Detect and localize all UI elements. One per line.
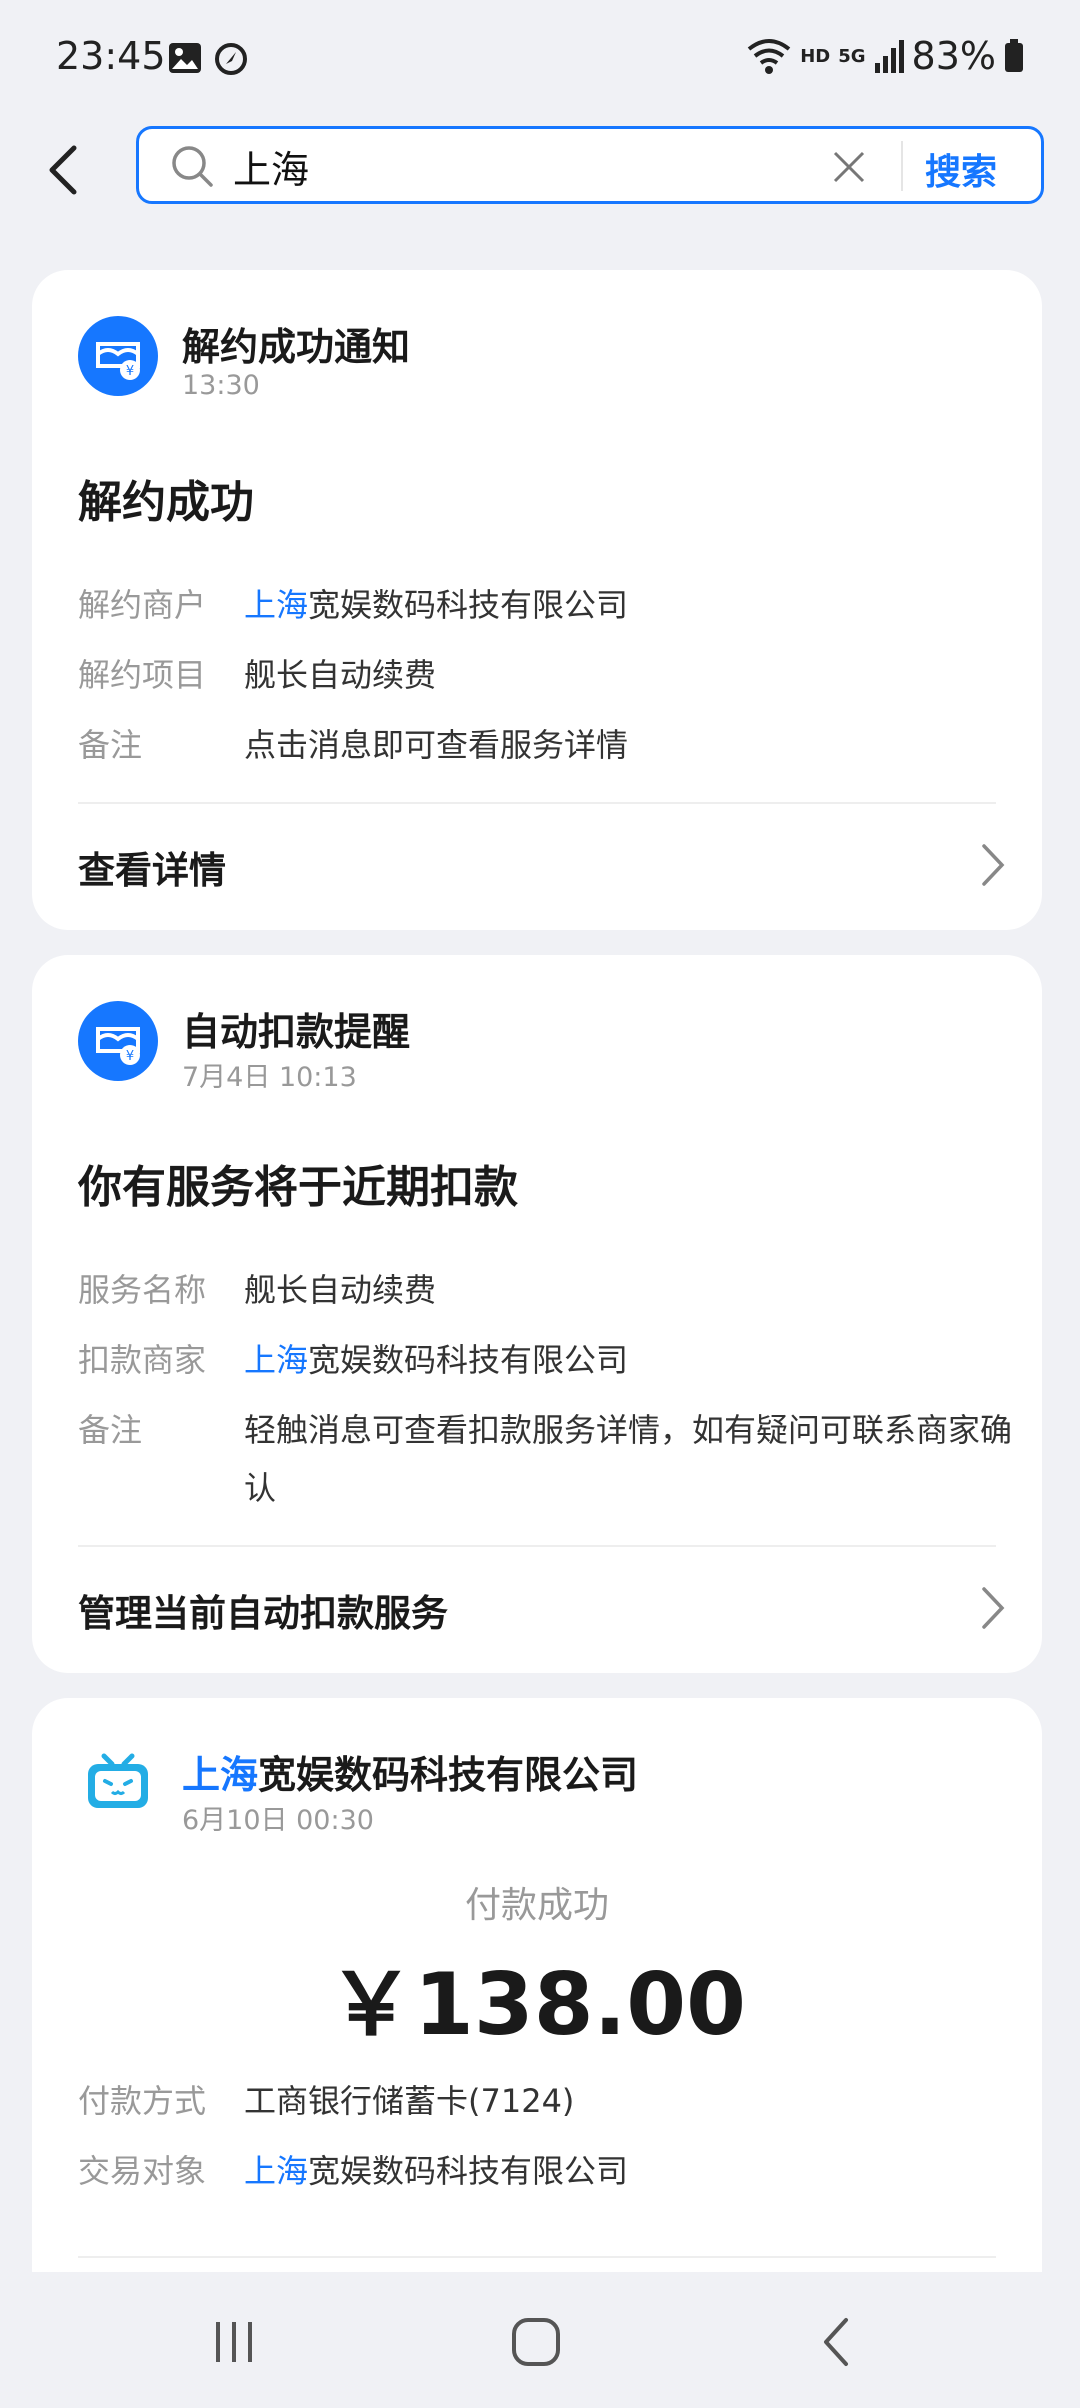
search-button[interactable]: 搜索 <box>925 143 997 195</box>
payment-status: 付款成功 <box>464 1885 609 1926</box>
search-box: 搜索 <box>136 126 1044 204</box>
chevron-right-icon <box>982 844 1005 886</box>
network-type: 5G <box>838 45 866 67</box>
chevron-right-icon <box>982 1587 1005 1629</box>
card-time: 7月4日 10:13 <box>182 1062 357 1093</box>
payment-card[interactable]: 上海宽娱数码科技有限公司 6月10日 00:30 付款成功 ￥138.00 付款… <box>32 1698 1042 2272</box>
message-card-autodebit[interactable]: ¥ 自动扣款提醒 7月4日 10:13 你有服务将于近期扣款 服务名称 舰长自动… <box>32 955 1042 1673</box>
system-navigation-bar <box>0 2272 1080 2408</box>
status-time: 23:45 <box>56 34 166 78</box>
card-time: 6月10日 00:30 <box>182 1805 374 1836</box>
back-button[interactable] <box>40 140 100 210</box>
status-bar: 23:45 HD 5G 83% <box>0 0 1080 120</box>
card-headline: 你有服务将于近期扣款 <box>78 1162 518 1213</box>
message-card-termination[interactable]: ¥ 解约成功通知 13:30 解约成功 解约商户 上海宽娱数码科技有限公司 解约… <box>32 270 1042 930</box>
signal-icon <box>874 40 904 73</box>
bilibili-tv-icon <box>78 1744 158 1824</box>
svg-text:¥: ¥ <box>126 1049 134 1064</box>
merchant-service-icon: ¥ <box>78 316 158 396</box>
back-arrow-icon <box>49 145 77 195</box>
gallery-icon <box>169 43 201 73</box>
home-icon[interactable] <box>506 2312 566 2372</box>
wifi-icon <box>747 39 791 74</box>
clear-icon[interactable] <box>829 147 869 187</box>
card-title: 解约成功通知 <box>182 325 411 369</box>
view-details-link[interactable]: 查看详情 <box>78 840 226 894</box>
app-notification-icon <box>215 43 247 75</box>
manage-autodebit-link[interactable]: 管理当前自动扣款服务 <box>78 1583 448 1637</box>
hd-indicator: HD <box>800 45 831 67</box>
card-title: 自动扣款提醒 <box>182 1010 411 1054</box>
search-header: 搜索 <box>0 120 1080 230</box>
nav-back-icon[interactable] <box>808 2312 868 2372</box>
recent-apps-icon[interactable] <box>204 2312 264 2372</box>
merchant-name: 上海宽娱数码科技有限公司 <box>182 1753 639 1797</box>
card-headline: 解约成功 <box>78 477 254 528</box>
svg-text:¥: ¥ <box>126 364 134 379</box>
payment-amount: ￥138.00 <box>328 1955 746 2055</box>
merchant-service-icon: ¥ <box>78 1001 158 1081</box>
battery-percent: 83% <box>911 34 996 78</box>
search-icon <box>172 146 213 187</box>
card-time: 13:30 <box>182 370 260 401</box>
battery-icon <box>1005 39 1023 72</box>
